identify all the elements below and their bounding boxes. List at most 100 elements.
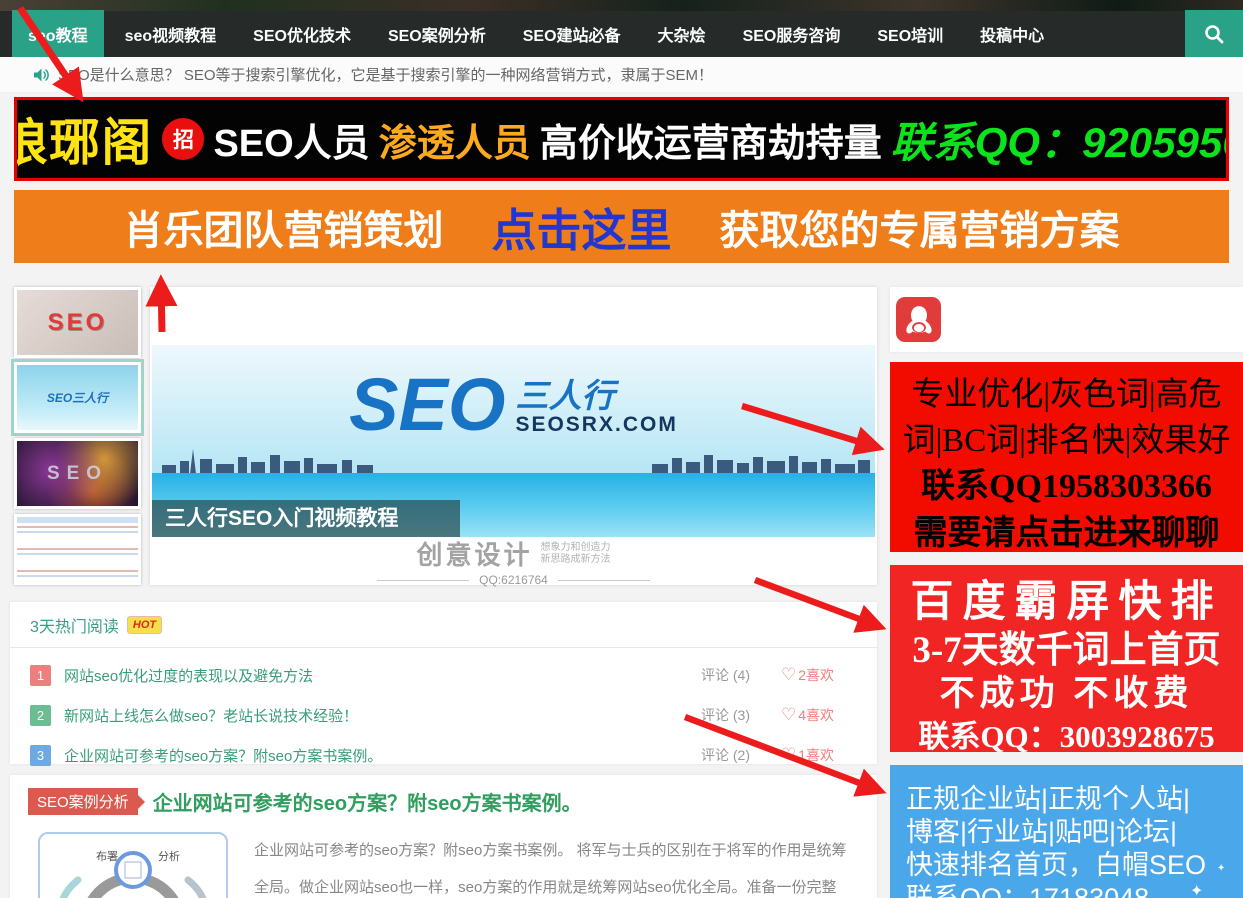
city-skyline-graphic: [152, 447, 875, 474]
ad-line: 词|BC词|排名快|效果好: [890, 418, 1243, 464]
rank-badge-2: 2: [30, 705, 51, 726]
ad-qq-line: 联系QQ：17183048: [906, 882, 1227, 898]
nav-item-seo-site-building[interactable]: SEO建站必备: [507, 10, 637, 57]
slider-thumb-4[interactable]: [14, 514, 141, 585]
thumb-seo-text: SEO: [48, 309, 108, 337]
ad-line: 3-7天数千词上首页: [890, 629, 1243, 673]
divider-line: [377, 580, 469, 581]
banner-team-text: 肖乐团队营销策划: [123, 198, 443, 256]
hot-reading-title: 3天热门阅读: [30, 613, 119, 637]
nav-item-submission-center[interactable]: 投稿中心: [964, 10, 1060, 57]
diagram-label-right: 分析: [158, 849, 180, 863]
seosrx-logo: SEO 三人行 SEOSRX.COM: [152, 373, 875, 437]
ad-qq-line: 联系QQ1958303366: [890, 464, 1243, 510]
banner-langyage-recruit[interactable]: 琅琊阁 招 SEO人员 渗透人员 高价收运营商劫持量 联系QQ：9205956: [14, 97, 1229, 181]
rank-badge-3: 3: [30, 745, 51, 766]
main-slider-card: SEO 三人行 SEOSRX.COM 三人行SEO入门视频教程 创意设计 想象力…: [150, 287, 877, 585]
nav-item-seo-service[interactable]: SEO服务咨询: [727, 10, 857, 57]
rank-badge-1: 1: [30, 665, 51, 686]
banner-seg-pentest-staff: 渗透人员: [379, 112, 531, 167]
designer-tagline-1: 想象力和创造力: [541, 542, 611, 554]
qq-penguin-icon: [904, 304, 934, 336]
slider-thumb-3[interactable]: SEO: [14, 438, 141, 509]
likes-count[interactable]: ♡4喜欢: [781, 705, 859, 725]
divider-line: [558, 580, 650, 581]
heart-icon: ♡: [781, 745, 796, 765]
banner-xiaole-marketing[interactable]: 肖乐团队营销策划 点击这里 获取您的专属营销方案: [14, 190, 1229, 263]
article-title-link[interactable]: 企业网站可参考的seo方案？附seo方案书案例。: [153, 787, 582, 816]
ad-line: 快速排名首页，白帽SEO: [906, 849, 1227, 882]
hot-reading-card: 3天热门阅读 HOT 1 网站seo优化过度的表现以及避免方法 评论 (4) ♡…: [10, 602, 877, 764]
heart-icon: ♡: [781, 665, 796, 685]
designer-tagline-2: 新思路成新方法: [541, 554, 611, 566]
comments-count: 评论 (2): [701, 745, 781, 765]
ad-line: 专业优化|灰色词|高危: [890, 372, 1243, 418]
article-thumbnail[interactable]: 布署 分析: [38, 832, 228, 898]
comments-count: 评论 (3): [701, 705, 781, 725]
logo-sub-text: 三人行: [515, 379, 677, 413]
slider-thumb-3-image: SEO: [17, 441, 138, 506]
nav-item-seo-tutorial[interactable]: seo教程: [12, 10, 104, 57]
page: seo教程 seo视频教程 SEO优化技术 SEO案例分析 SEO建站必备 大杂…: [0, 0, 1243, 898]
hot-reading-list: 1 网站seo优化过度的表现以及避免方法 评论 (4) ♡2喜欢 2 新网站上线…: [10, 648, 877, 768]
nav-item-seo-case-analysis[interactable]: SEO案例分析: [372, 10, 502, 57]
slide-designer-footer: 创意设计 想象力和创造力 新思路成新方法 QQ:6216764: [152, 537, 875, 585]
banner-click-here: 点击这里: [491, 194, 671, 259]
nav-spacer: [1065, 10, 1185, 57]
ad-line: 正规企业站|正规个人站|: [906, 783, 1227, 816]
sparkle-icon: ✦: [1217, 863, 1225, 874]
qq-contact-button[interactable]: [896, 297, 941, 342]
designer-brand-text: 创意设计: [416, 535, 532, 572]
logo-domain-text: SEOSRX.COM: [515, 413, 677, 437]
search-button[interactable]: [1185, 10, 1243, 57]
likes-count[interactable]: ♡1喜欢: [781, 745, 859, 765]
hot-article-link[interactable]: 网站seo优化过度的表现以及避免方法: [64, 665, 313, 686]
qq-contact-card: [890, 287, 1243, 352]
article-header: SEO案例分析 企业网站可参考的seo方案？附seo方案书案例。: [28, 787, 857, 816]
slider-thumb-2-image: SEO三人行: [17, 365, 138, 430]
list-item: 2 新网站上线怎么做seo？老站长说技术经验！ 评论 (3) ♡4喜欢: [30, 702, 859, 728]
hot-badge-icon: HOT: [127, 616, 162, 634]
hot-reading-header: 3天热门阅读 HOT: [10, 602, 877, 647]
thumb-seosrx-text: SEO三人行: [47, 389, 108, 406]
ad-baidu-fast-ranking[interactable]: 百度霸屏快排 3-7天数千词上首页 不成功 不收费 联系QQ：300392867…: [890, 565, 1243, 752]
likes-count[interactable]: ♡2喜欢: [781, 665, 859, 685]
ad-line: 百度霸屏快排: [890, 577, 1243, 629]
hot-article-link[interactable]: 企业网站可参考的seo方案？附seo方案书案例。: [64, 745, 382, 766]
ad-qq-line: 联系QQ：3003928675: [890, 715, 1243, 759]
article-card: SEO案例分析 企业网站可参考的seo方案？附seo方案书案例。 布署: [10, 775, 877, 898]
nav-item-seo-video[interactable]: seo视频教程: [109, 10, 233, 57]
sparkle-icon: ✦: [1190, 881, 1203, 898]
slide-caption-link[interactable]: 三人行SEO入门视频教程: [152, 500, 460, 537]
banner-brand-text: 琅琊阁: [14, 103, 153, 175]
notice-bar: SEO是什么意思？ SEO等于搜索引擎优化，它是基于搜索引擎的一种网络营销方式，…: [0, 57, 1243, 93]
top-navigation: seo教程 seo视频教程 SEO优化技术 SEO案例分析 SEO建站必备 大杂…: [0, 0, 1243, 57]
slide-seosrx[interactable]: SEO 三人行 SEOSRX.COM 三人行SEO入门视频教程: [152, 345, 875, 537]
ad-grey-words-seo[interactable]: 专业优化|灰色词|高危 词|BC词|排名快|效果好 联系QQ1958303366…: [890, 362, 1243, 552]
slider-thumb-2-active[interactable]: SEO三人行: [14, 362, 141, 433]
comments-count: 评论 (4): [701, 665, 781, 685]
nav-item-seo-optimization[interactable]: SEO优化技术: [237, 10, 367, 57]
diagram-label-left: 布署: [96, 850, 118, 863]
article-excerpt: 企业网站可参考的seo方案？附seo方案书案例。 将军与士兵的区别在于将军的作用…: [254, 832, 850, 898]
banner-seg-traffic: 高价收运营商劫持量: [540, 112, 882, 167]
list-item: 3 企业网站可参考的seo方案？附seo方案书案例。 评论 (2) ♡1喜欢: [30, 742, 859, 768]
nav-item-misc[interactable]: 大杂烩: [642, 10, 722, 57]
heart-icon: ♡: [781, 705, 796, 725]
hot-article-link[interactable]: 新网站上线怎么做seo？老站长说技术经验！: [64, 705, 358, 726]
recruit-badge: 招: [162, 118, 204, 160]
nav-item-seo-training[interactable]: SEO培训: [861, 10, 959, 57]
article-body: 布署 分析 企业网站可参考的seo方案？附seo方案书案例。 将军与士兵的区别在…: [28, 832, 857, 898]
search-icon: [1203, 23, 1225, 45]
banner-seg-seo-staff: SEO人员: [213, 112, 369, 167]
category-badge[interactable]: SEO案例分析: [28, 788, 138, 815]
thumb-seo-dark-text: SEO: [47, 463, 108, 485]
slider-thumb-1[interactable]: SEO: [14, 287, 141, 358]
banner-plan-text: 获取您的专属营销方案: [720, 198, 1120, 256]
ad-line: 不成功 不收费: [890, 673, 1243, 715]
main-menu: seo教程 seo视频教程 SEO优化技术 SEO案例分析 SEO建站必备 大杂…: [0, 10, 1243, 57]
ad-line: 博客|行业站|贴吧|论坛|: [906, 816, 1227, 849]
speaker-icon: [33, 67, 50, 83]
slider-thumb-4-image: [17, 517, 138, 582]
ad-whitehat-seo[interactable]: 正规企业站|正规个人站| 博客|行业站|贴吧|论坛| 快速排名首页，白帽SEO …: [890, 765, 1243, 898]
